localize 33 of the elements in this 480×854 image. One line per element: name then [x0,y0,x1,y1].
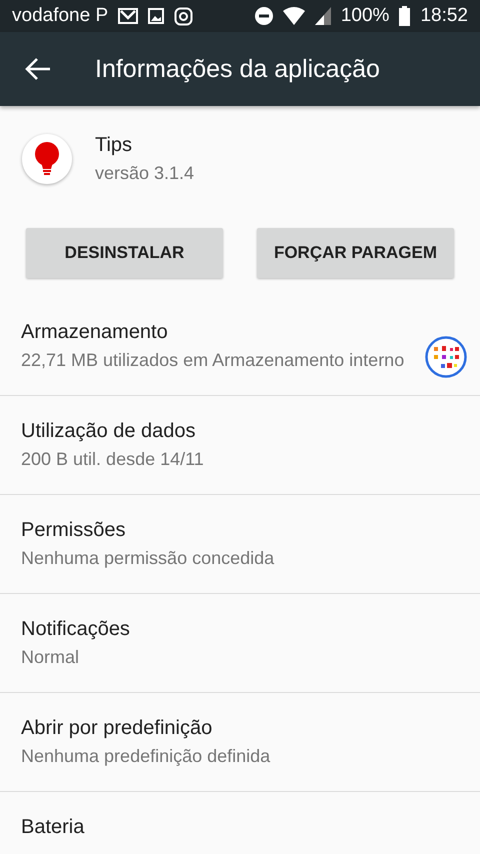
item-subtitle: Normal [21,647,80,668]
settings-item[interactable]: Abrir por predefinição Nenhuma predefinição definida [0,693,480,792]
item-title: Utilização de dados [21,420,197,443]
image-icon [148,8,164,24]
battery-percent: 100% [340,5,390,27]
mail-icon [118,8,138,24]
floating-bubble-icon[interactable] [425,336,467,378]
app-version: versão 3.1.4 [95,163,194,184]
app-name: Tips [95,134,134,157]
clock: 18:52 [420,5,468,27]
app-icon [22,134,72,184]
toolbar-title: Informações da aplicação [95,54,380,84]
item-subtitle: Nenhuma predefinição definida [21,746,272,767]
settings-item[interactable]: Notificações Normal [0,594,480,693]
item-subtitle: Nenhuma permissão concedida [21,548,276,569]
settings-item[interactable]: Permissões Nenhuma permissão concedida [0,495,480,594]
item-title: Notificações [21,618,131,641]
do-not-disturb-icon [254,7,273,25]
item-title: Abrir por predefinição [21,717,214,740]
item-title: Permissões [21,519,126,542]
battery-icon [399,6,410,26]
action-button[interactable]: DESINSTALAR [26,228,223,278]
item-title: Bateria [21,816,86,839]
wifi-icon [282,7,305,25]
settings-item[interactable]: Bateria [0,792,480,840]
signal-icon [314,7,331,25]
item-title: Armazenamento [21,321,169,344]
item-subtitle: 200 B util. desde 14/11 [21,449,205,470]
camera-icon [174,6,194,26]
settings-item[interactable]: Utilização de dados 200 B util. desde 14/11 [0,396,480,495]
item-subtitle: 22,71 MB utilizados em Armazenamento interno [21,350,406,371]
action-button[interactable]: FORÇAR PARAGEM [257,228,454,278]
carrier-name: vodafone P [12,5,108,27]
